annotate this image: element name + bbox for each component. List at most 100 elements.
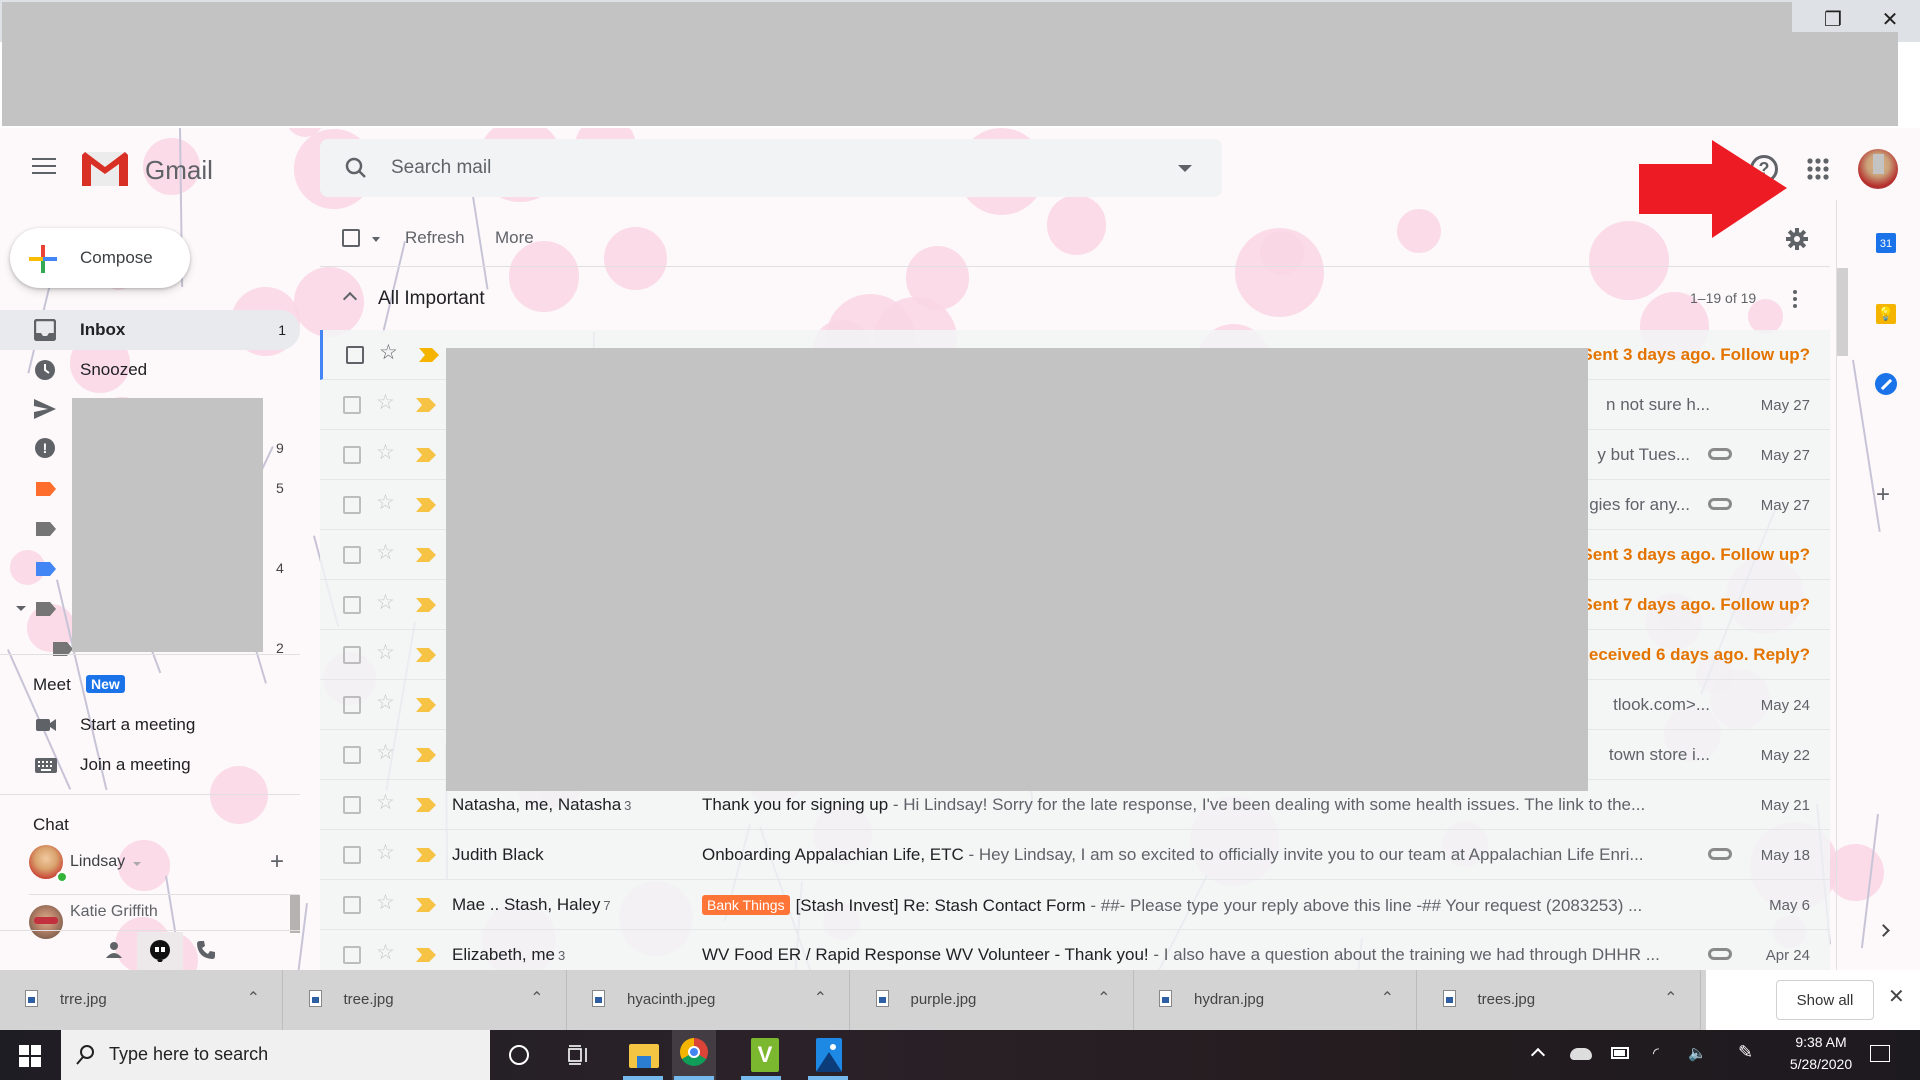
expand-label-icon[interactable] <box>16 606 26 611</box>
email-row[interactable]: ☆ Mae .. Stash, Haley 7 Bank Things [Stash I… <box>320 880 1830 930</box>
download-item[interactable]: trees.jpg ⌃ <box>1418 970 1701 1030</box>
taskbar-search-input[interactable]: Type here to search <box>109 1044 268 1065</box>
row-checkbox[interactable] <box>343 646 361 664</box>
row-checkbox[interactable] <box>343 396 361 414</box>
importance-marker-icon[interactable] <box>416 648 436 662</box>
important-icon[interactable]: ! <box>35 438 55 458</box>
compose-button[interactable]: Compose <box>10 228 190 288</box>
download-options-chevron-icon[interactable]: ⌃ <box>1097 988 1110 1008</box>
star-icon[interactable]: ☆ <box>376 942 395 963</box>
gmail-logo[interactable] <box>82 152 128 186</box>
importance-marker-icon[interactable] <box>419 348 439 362</box>
account-avatar[interactable] <box>1858 149 1898 189</box>
clock-time[interactable]: 9:38 AM <box>1783 1034 1859 1050</box>
download-item[interactable]: hydran.jpg ⌃ <box>1134 970 1417 1030</box>
row-checkbox[interactable] <box>343 596 361 614</box>
download-item[interactable]: hyacinth.jpeg ⌃ <box>567 970 850 1030</box>
chrome-icon[interactable] <box>672 1030 716 1080</box>
row-checkbox[interactable] <box>343 546 361 564</box>
gear-icon[interactable] <box>1786 228 1808 250</box>
search-bar[interactable]: Search mail <box>320 139 1222 197</box>
section-title[interactable]: All Important <box>378 288 485 310</box>
attachment-icon[interactable] <box>1708 448 1732 460</box>
collapse-section-icon[interactable] <box>342 291 358 307</box>
importance-marker-icon[interactable] <box>416 498 436 512</box>
chat-scrollbar[interactable] <box>290 895 300 933</box>
contact-name[interactable]: Katie Griffith <box>70 903 158 921</box>
cortana-icon[interactable] <box>509 1045 529 1065</box>
star-icon[interactable]: ☆ <box>376 892 395 913</box>
importance-marker-icon[interactable] <box>416 398 436 412</box>
list-scrollbar[interactable] <box>1836 268 1848 356</box>
importance-marker-icon[interactable] <box>416 848 436 862</box>
sidebar-item-snoozed[interactable]: Snoozed <box>0 350 300 390</box>
show-hidden-icons[interactable] <box>1530 1047 1546 1063</box>
star-icon[interactable]: ☆ <box>376 642 395 663</box>
download-options-chevron-icon[interactable]: ⌃ <box>814 988 827 1008</box>
vectorworks-app-icon[interactable]: V <box>751 1038 779 1072</box>
row-checkbox[interactable] <box>343 896 361 914</box>
select-dropdown-icon[interactable] <box>372 237 380 242</box>
importance-marker-icon[interactable] <box>416 548 436 562</box>
row-checkbox[interactable] <box>343 746 361 764</box>
join-meeting-button[interactable]: Join a meeting <box>0 745 300 785</box>
importance-marker-icon[interactable] <box>416 698 436 712</box>
notifications-icon[interactable] <box>1870 1045 1890 1062</box>
volume-icon[interactable]: 🔈 <box>1688 1044 1707 1062</box>
importance-marker-icon[interactable] <box>416 598 436 612</box>
star-icon[interactable]: ☆ <box>376 692 395 713</box>
importance-marker-icon[interactable] <box>416 898 436 912</box>
tasks-icon[interactable] <box>1875 373 1897 395</box>
importance-marker-icon[interactable] <box>416 448 436 462</box>
sent-icon[interactable] <box>34 399 56 419</box>
importance-marker-icon[interactable] <box>416 798 436 812</box>
star-icon[interactable]: ☆ <box>376 542 395 563</box>
email-row[interactable]: ☆ Judith Black Onboarding Appalachian Life… <box>320 830 1830 880</box>
row-checkbox[interactable] <box>346 346 364 364</box>
restore-icon[interactable]: ❐ <box>1810 4 1856 34</box>
more-button[interactable]: More <box>495 228 534 248</box>
contact-avatar[interactable] <box>29 905 63 939</box>
importance-marker-icon[interactable] <box>416 748 436 762</box>
close-icon[interactable]: ✕ <box>1867 4 1913 34</box>
star-icon[interactable]: ☆ <box>376 592 395 613</box>
download-item[interactable]: purple.jpg ⌃ <box>851 970 1134 1030</box>
sidebar-item-inbox[interactable]: Inbox 1 <box>0 310 300 350</box>
file-explorer-icon[interactable] <box>627 1038 661 1072</box>
row-checkbox[interactable] <box>343 696 361 714</box>
hangouts-tab[interactable] <box>137 932 183 970</box>
show-all-button[interactable]: Show all <box>1776 980 1874 1020</box>
wifi-icon[interactable]: ◜ <box>1653 1044 1659 1062</box>
download-options-chevron-icon[interactable]: ⌃ <box>1381 988 1394 1008</box>
phone-icon[interactable] <box>196 940 216 960</box>
row-checkbox[interactable] <box>343 846 361 864</box>
menu-icon[interactable] <box>32 157 56 175</box>
search-input[interactable]: Search mail <box>391 157 491 179</box>
star-icon[interactable]: ☆ <box>376 492 395 513</box>
add-addon-icon[interactable]: + <box>1876 481 1890 509</box>
download-item[interactable]: trre.jpg ⌃ <box>0 970 283 1030</box>
battery-icon[interactable] <box>1611 1047 1629 1059</box>
refresh-button[interactable]: Refresh <box>405 228 465 248</box>
download-options-chevron-icon[interactable]: ⌃ <box>1664 988 1677 1008</box>
row-checkbox[interactable] <box>343 946 361 964</box>
calendar-icon[interactable]: 31 <box>1876 233 1896 253</box>
search-options-icon[interactable] <box>1178 165 1192 172</box>
clock-date[interactable]: 5/28/2020 <box>1778 1056 1864 1072</box>
keep-icon[interactable]: 💡 <box>1876 304 1896 324</box>
attachment-icon[interactable] <box>1708 498 1732 510</box>
star-icon[interactable]: ☆ <box>379 342 398 363</box>
task-view-icon[interactable] <box>568 1045 590 1065</box>
row-checkbox[interactable] <box>343 496 361 514</box>
start-meeting-button[interactable]: Start a meeting <box>0 705 300 745</box>
importance-marker-icon[interactable] <box>416 948 436 962</box>
attachment-icon[interactable] <box>1708 848 1732 860</box>
apps-icon[interactable] <box>1807 158 1829 180</box>
search-icon[interactable] <box>344 156 368 180</box>
row-checkbox[interactable] <box>343 796 361 814</box>
onedrive-icon[interactable] <box>1570 1048 1592 1060</box>
chat-self-name[interactable]: Lindsay <box>70 853 125 871</box>
close-downloads-icon[interactable]: ✕ <box>1888 984 1905 1009</box>
download-options-chevron-icon[interactable]: ⌃ <box>247 988 260 1008</box>
section-more-icon[interactable] <box>1793 290 1797 310</box>
